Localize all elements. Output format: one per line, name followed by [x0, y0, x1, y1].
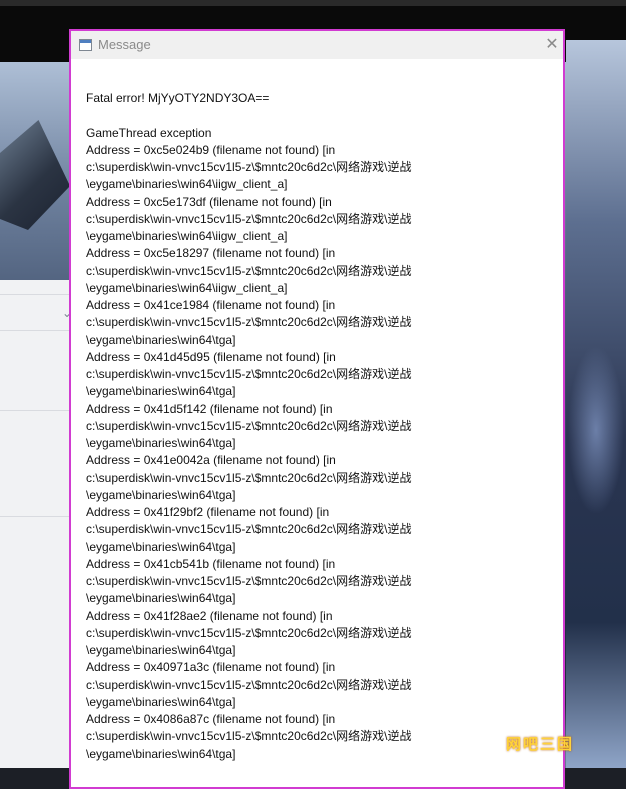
trace-module-line: \eygame\binaries\win64\tga]	[86, 591, 236, 606]
message-body: Fatal error! MjYyOTY2NDY3OA== GameThread…	[86, 90, 546, 763]
trace-address-line: Address = 0x41d5f142 (filename not found…	[86, 401, 333, 416]
message-dialog: Message ✕ Fatal error! MjYyOTY2NDY3OA== …	[69, 29, 565, 789]
trace-module-line: \eygame\binaries\win64\tga]	[86, 643, 236, 657]
trace-module-line: \eygame\binaries\win64\tga]	[86, 436, 236, 450]
trace-path-line: c:\superdisk\win-vnvc15cv1l5-z\$mntc20c6…	[86, 160, 412, 174]
trace-path-line: c:\superdisk\win-vnvc15cv1l5-z\$mntc20c6…	[86, 574, 412, 588]
trace-address-line: Address = 0xc5e18297 (filename not found…	[86, 246, 336, 261]
trace-path-line: c:\superdisk\win-vnvc15cv1l5-z\$mntc20c6…	[86, 677, 412, 692]
trace-path-line: c:\superdisk\win-vnvc15cv1l5-z\$mntc20c6…	[86, 625, 412, 640]
panel-divider	[0, 410, 78, 411]
trace-path-line: c:\superdisk\win-vnvc15cv1l5-z\$mntc20c6…	[86, 315, 412, 330]
trace-path-line: c:\superdisk\win-vnvc15cv1l5-z\$mntc20c6…	[86, 211, 412, 226]
trace-module-line: \eygame\binaries\win64\tga]	[86, 384, 236, 399]
trace-module-line: \eygame\binaries\win64\tga]	[86, 539, 236, 554]
trace-address-line: Address = 0x41e0042a (filename not found…	[86, 453, 336, 468]
trace-path-line: c:\superdisk\win-vnvc15cv1l5-z\$mntc20c6…	[86, 367, 412, 381]
trace-address-line: Address = 0x41ce1984 (filename not found…	[86, 298, 336, 312]
background-panel	[0, 280, 78, 768]
trace-address-line: Address = 0x40971a3c (filename not found…	[86, 660, 336, 675]
panel-divider	[0, 330, 78, 331]
window-icon	[79, 39, 92, 51]
panel-divider	[0, 294, 78, 295]
trace-path-line: c:\superdisk\win-vnvc15cv1l5-z\$mntc20c6…	[86, 522, 412, 537]
trace-address-line: Address = 0x41cb541b (filename not found…	[86, 556, 336, 571]
trace-module-line: \eygame\binaries\win64\tga]	[86, 694, 236, 709]
trace-address-line: Address = 0x41d45d95 (filename not found…	[86, 349, 336, 364]
trace-module-line: \eygame\binaries\win64\tga]	[86, 332, 236, 347]
trace-address-line: Address = 0xc5e173df (filename not found…	[86, 194, 332, 209]
watermark-logo: 网吧三国	[506, 735, 575, 753]
background-artwork-right	[566, 40, 626, 768]
dialog-titlebar[interactable]: Message ✕	[71, 31, 563, 59]
exception-line: GameThread exception	[86, 125, 212, 140]
trace-path-line: c:\superdisk\win-vnvc15cv1l5-z\$mntc20c6…	[86, 418, 412, 433]
trace-address-line: Address = 0x4086a87c (filename not found…	[86, 712, 336, 726]
error-heading: Fatal error! MjYyOTY2NDY3OA==	[86, 91, 270, 105]
close-button[interactable]: ✕	[541, 31, 563, 57]
panel-divider	[0, 516, 78, 517]
trace-module-line: \eygame\binaries\win64\tga]	[86, 746, 236, 761]
trace-module-line: \eygame\binaries\win64\iigw_client_a]	[86, 229, 288, 243]
trace-module-line: \eygame\binaries\win64\tga]	[86, 487, 236, 502]
trace-address-line: Address = 0x41f29bf2 (filename not found…	[86, 505, 330, 519]
trace-module-line: \eygame\binaries\win64\iigw_client_a]	[86, 280, 288, 295]
trace-address-line: Address = 0xc5e024b9 (filename not found…	[86, 142, 336, 157]
trace-address-line: Address = 0x41f28ae2 (filename not found…	[86, 608, 333, 623]
trace-path-line: c:\superdisk\win-vnvc15cv1l5-z\$mntc20c6…	[86, 470, 412, 485]
trace-module-line: \eygame\binaries\win64\iigw_client_a]	[86, 177, 288, 192]
dialog-title: Message	[98, 37, 151, 52]
trace-path-line: c:\superdisk\win-vnvc15cv1l5-z\$mntc20c6…	[86, 263, 412, 278]
trace-path-line: c:\superdisk\win-vnvc15cv1l5-z\$mntc20c6…	[86, 729, 412, 744]
